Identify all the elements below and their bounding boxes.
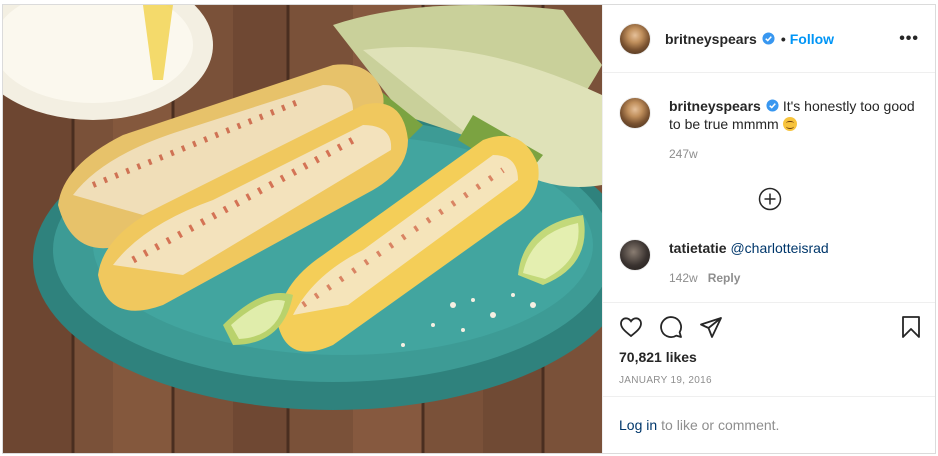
more-options-icon[interactable]: ••• [899, 30, 919, 48]
post-header: britneyspears • Follow ••• [603, 5, 935, 73]
share-icon[interactable] [699, 315, 723, 339]
caption-username[interactable]: britneyspears [669, 98, 761, 114]
post-side-panel: britneyspears • Follow ••• britneyspears… [602, 5, 935, 453]
load-more-comments-icon[interactable] [758, 187, 782, 211]
commenter-avatar[interactable] [619, 239, 651, 271]
post-actions: 70,821 likes JANUARY 19, 2016 [603, 302, 935, 396]
comment-time[interactable]: 142w [669, 271, 698, 285]
verified-badge-icon [766, 99, 779, 112]
author-username[interactable]: britneyspears [665, 31, 757, 47]
login-bar: Log in to like or comment. [603, 396, 935, 453]
comment-username[interactable]: tatietatie [669, 240, 727, 256]
bookmark-icon[interactable] [899, 315, 923, 339]
verified-badge-icon [762, 32, 775, 45]
caption: britneyspears It's honestly too good to … [619, 97, 919, 163]
header-separator: • [780, 30, 786, 47]
login-suffix: to like or comment. [661, 417, 780, 433]
reply-button[interactable]: Reply [708, 271, 741, 285]
follow-button[interactable]: Follow [790, 31, 834, 47]
comment-mention[interactable]: @charlotteisrad [730, 240, 828, 256]
post-photo[interactable] [3, 5, 602, 453]
likes-count[interactable]: 70,821 likes [619, 349, 697, 365]
comment-item: tatietatie @charlotteisrad 142w Reply [619, 239, 919, 287]
comment-icon[interactable] [659, 315, 683, 339]
heart-icon[interactable] [619, 315, 643, 339]
grilled-corn-image [3, 5, 602, 453]
post-date[interactable]: JANUARY 19, 2016 [619, 375, 712, 386]
caption-body: britneyspears It's honestly too good to … [669, 97, 919, 163]
author-avatar[interactable] [619, 22, 651, 55]
author-info: britneyspears • Follow [665, 31, 834, 47]
login-link[interactable]: Log in [619, 417, 657, 433]
instagram-post: britneyspears • Follow ••• britneyspears… [2, 4, 936, 454]
smiling-face-emoji-icon [782, 117, 797, 131]
caption-time[interactable]: 247w [669, 145, 919, 163]
caption-avatar[interactable] [619, 97, 651, 129]
comment-meta: 142w Reply [669, 269, 829, 287]
comment-body: tatietatie @charlotteisrad 142w Reply [669, 239, 829, 287]
comments-section: britneyspears It's honestly too good to … [603, 73, 935, 302]
